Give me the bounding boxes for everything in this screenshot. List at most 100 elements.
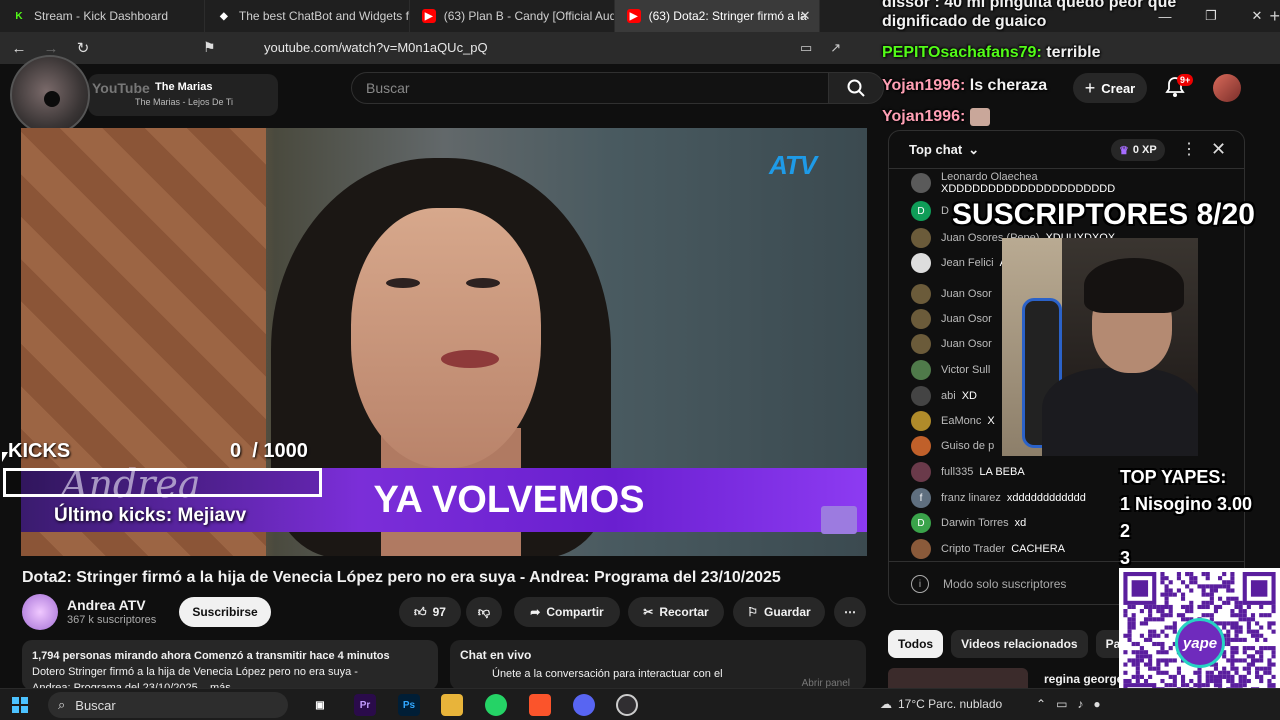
- create-button[interactable]: + Crear: [1073, 73, 1147, 103]
- chat-author-name[interactable]: Juan Osor: [941, 313, 992, 325]
- brave-icon[interactable]: [529, 694, 551, 716]
- mic-icon[interactable]: ●: [1093, 697, 1100, 711]
- chat-message-body: Cripto Trader CACHERA: [941, 543, 1065, 555]
- whatsapp-icon[interactable]: [485, 694, 507, 716]
- folder-icon[interactable]: [441, 694, 463, 716]
- like-button[interactable]: 👍︎ 97: [399, 597, 461, 627]
- chat-author-avatar[interactable]: [911, 309, 931, 329]
- chat-author-avatar[interactable]: [911, 284, 931, 304]
- webcam-feed: [1002, 238, 1198, 456]
- chat-message-body: franz linarez xdddddddddddd: [941, 492, 1086, 504]
- dislike-button[interactable]: 👎︎: [466, 597, 502, 627]
- tab-chatbot[interactable]: ◆ The best ChatBot and Widgets for Ki: [205, 0, 410, 32]
- chat-message-text: X: [987, 415, 995, 427]
- channel-avatar[interactable]: [22, 594, 58, 630]
- share-icon[interactable]: ↗: [830, 40, 841, 56]
- more-vert-icon[interactable]: ⋮: [1181, 139, 1197, 159]
- chat-message-text: CACHERA: [1011, 543, 1065, 555]
- windows-start-icon[interactable]: [12, 697, 28, 713]
- chat-author-name[interactable]: Guiso de p: [941, 440, 994, 452]
- chat-author-avatar[interactable]: [911, 539, 931, 559]
- video-figure-mouth: [441, 350, 499, 368]
- chat-author-name[interactable]: abi: [941, 390, 956, 402]
- subscribe-button[interactable]: Suscribirse: [179, 597, 271, 627]
- user-avatar[interactable]: [1213, 74, 1241, 102]
- chat-author-avatar[interactable]: f: [911, 488, 931, 508]
- chat-author-name[interactable]: franz linarez: [941, 492, 1001, 504]
- chat-author-avatar[interactable]: D: [911, 513, 931, 533]
- chat-author-name[interactable]: full335: [941, 466, 973, 478]
- chevron-down-icon[interactable]: ⌄: [968, 142, 979, 158]
- volume-icon[interactable]: ♪: [1077, 697, 1083, 711]
- chat-author-name[interactable]: Juan Osor: [941, 288, 992, 300]
- more-actions-button[interactable]: ⋯: [834, 597, 866, 627]
- weather-widget[interactable]: ☁ 17°C Parc. nublado: [880, 697, 1002, 711]
- obs-icon[interactable]: [616, 694, 638, 716]
- chat-author-avatar[interactable]: [911, 411, 931, 431]
- chat-author-name[interactable]: Jean Felici: [941, 257, 994, 269]
- discord-icon[interactable]: [573, 694, 595, 716]
- mini-player-subtitle: The Marias - Lejos De Ti: [135, 97, 234, 107]
- share-button[interactable]: ➦ Compartir: [514, 597, 620, 627]
- forward-icon[interactable]: →: [38, 40, 64, 57]
- kick-icon: K: [15, 10, 23, 22]
- overlay-chat-line: Yojan1996:: [882, 108, 990, 126]
- chat-author-name[interactable]: D: [941, 205, 949, 217]
- cast-icon[interactable]: ▭: [800, 40, 812, 56]
- chat-message: Juan Osor: [911, 284, 998, 304]
- taskbar-search[interactable]: ⌕ Buscar: [48, 692, 288, 718]
- network-icon[interactable]: ▭: [1056, 697, 1067, 711]
- chat-author-avatar[interactable]: [911, 228, 931, 248]
- description-box[interactable]: 1,794 personas mirando ahora Comenzó a t…: [22, 640, 438, 690]
- chat-mode-dropdown[interactable]: Top chat: [909, 142, 962, 157]
- close-window-icon[interactable]: ✕: [1234, 0, 1280, 32]
- photoshop-icon[interactable]: Ps: [398, 694, 420, 716]
- tab-plan-b[interactable]: ▶ (63) Plan B - Candy [Official Audio] -: [410, 0, 615, 32]
- banner-corner-logo: [821, 506, 857, 534]
- chat-message: Leonardo Olaechea XDDDDDDDDDDDDDDDDDDDDD: [911, 171, 1115, 195]
- chip-related[interactable]: Videos relacionados: [951, 630, 1088, 658]
- video-figure-face: [351, 208, 541, 468]
- close-chat-icon[interactable]: ✕: [1211, 139, 1226, 160]
- chat-author-avatar[interactable]: [911, 386, 931, 406]
- description-line: Dotero Stringer firmó a la hija de Venec…: [32, 666, 358, 678]
- task-view-icon[interactable]: ▣: [309, 694, 331, 716]
- save-button[interactable]: ⚐ Guardar: [733, 597, 825, 627]
- search-input[interactable]: Buscar: [351, 72, 829, 104]
- channel-subscribers: 367 k suscriptores: [67, 614, 157, 626]
- close-tab-icon[interactable]: ✕: [800, 8, 811, 24]
- tab-dota2-video[interactable]: ▶ (63) Dota2: Stringer firmó a la ✕: [614, 0, 820, 32]
- chat-author-name[interactable]: Darwin Torres: [941, 517, 1009, 529]
- chat-author-name[interactable]: Leonardo Olaechea: [941, 171, 1115, 183]
- maximize-icon[interactable]: ❐: [1188, 0, 1234, 32]
- premiere-icon[interactable]: Pr: [354, 694, 376, 716]
- music-avatar-overlay: [10, 55, 90, 135]
- back-icon[interactable]: ←: [6, 40, 32, 57]
- chat-author-name[interactable]: Juan Osor: [941, 338, 992, 350]
- chat-author-name[interactable]: Victor Sull: [941, 364, 990, 376]
- chat-author-avatar[interactable]: [911, 173, 931, 193]
- chat-author-avatar[interactable]: [911, 360, 931, 380]
- chat-message: abi XD: [911, 386, 977, 406]
- tab-kick-dashboard[interactable]: K Stream - Kick Dashboard: [0, 0, 205, 32]
- xp-badge[interactable]: ♛ 0 XP: [1111, 139, 1165, 161]
- chat-author-avatar[interactable]: [911, 253, 931, 273]
- url-field[interactable]: youtube.com/watch?v=M0n1aQUc_pQ: [264, 40, 488, 55]
- reload-icon[interactable]: ↻: [70, 39, 96, 57]
- chat-author-name[interactable]: Cripto Trader: [941, 543, 1005, 555]
- bookmark-icon[interactable]: ⚑: [203, 39, 216, 56]
- clip-button[interactable]: ✂ Recortar: [628, 597, 724, 627]
- chat-author-avatar[interactable]: [911, 462, 931, 482]
- related-title[interactable]: regina george: [1044, 672, 1123, 686]
- chat-message: D Darwin Torres xd: [911, 513, 1026, 533]
- chat-author-avatar[interactable]: [911, 436, 931, 456]
- channel-name[interactable]: Andrea ATV: [67, 597, 146, 613]
- search-button[interactable]: [828, 72, 884, 104]
- youtube-logo[interactable]: YouTube: [92, 80, 150, 96]
- chip-all[interactable]: Todos: [888, 630, 944, 658]
- chevron-up-icon[interactable]: ⌃: [1036, 697, 1046, 711]
- chat-author-avatar[interactable]: D: [911, 201, 931, 221]
- xp-value: 0 XP: [1132, 144, 1157, 156]
- chat-author-avatar[interactable]: [911, 334, 931, 354]
- chat-author-name[interactable]: EaMonc: [941, 415, 981, 427]
